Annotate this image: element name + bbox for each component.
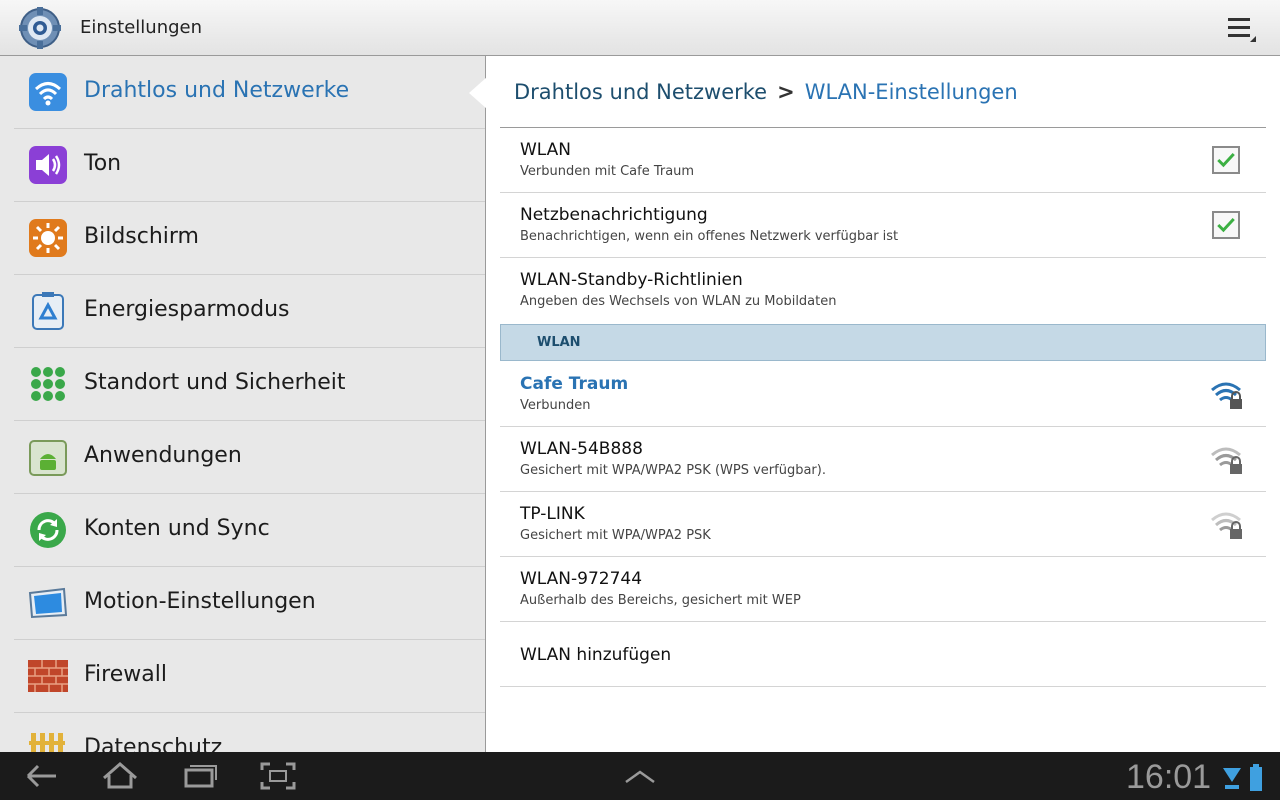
wifi-signal-icon (1223, 768, 1241, 789)
sidebar-item-label: Drahtlos und Netzwerke (84, 78, 350, 103)
app-title: Einstellungen (80, 17, 203, 38)
setting-title: WLAN (520, 140, 572, 160)
wlan-standby-policy-row[interactable]: WLAN-Standby-Richtlinien Angeben des Wec… (500, 258, 1266, 323)
network-item-tp-link[interactable]: TP-LINK Gesichert mit WPA/WPA2 PSK (500, 492, 1266, 557)
network-ssid: WLAN-54B888 (520, 439, 643, 459)
network-status: Verbunden (520, 398, 591, 413)
sidebar-item-label: Datenschutz (84, 735, 223, 752)
android-icon (29, 440, 67, 476)
sidebar-item-label: Bildschirm (84, 224, 199, 249)
network-ssid: WLAN-972744 (520, 569, 643, 589)
brick-wall-icon (28, 660, 68, 692)
screenshot-icon[interactable] (258, 760, 298, 792)
network-item-cafe-traum[interactable]: Cafe Traum Verbunden (500, 362, 1266, 427)
wlan-settings-pane: Drahtlos und Netzwerke > WLAN-Einstellunge… (486, 56, 1280, 752)
overflow-menu-icon[interactable] (1224, 14, 1260, 44)
action-bar: Einstellungen (0, 0, 1280, 56)
sync-icon (30, 512, 66, 548)
network-notification-row[interactable]: Netzbenachrichtigung Benachrichtigen, we… (500, 193, 1266, 258)
setting-subtitle: Angeben des Wechsels von WLAN zu Mobilda… (520, 294, 837, 309)
wifi-lock-icon (1211, 382, 1242, 409)
network-ssid: TP-LINK (520, 504, 585, 524)
motion-icon (28, 587, 68, 619)
sidebar-item-label: Firewall (84, 662, 167, 687)
sidebar-item-power-saving[interactable]: Energiesparmodus (14, 275, 486, 348)
clock: 16:01 (1126, 758, 1212, 796)
network-notification-checkbox[interactable] (1212, 211, 1240, 239)
wlan-checkbox[interactable] (1212, 146, 1240, 174)
sidebar-item-display[interactable]: Bildschirm (14, 202, 486, 275)
system-bar: 16:01 (0, 752, 1280, 800)
breadcrumb-parent[interactable]: Drahtlos und Netzwerke (514, 80, 767, 104)
sidebar-item-accounts-sync[interactable]: Konten und Sync (14, 494, 486, 567)
sidebar-item-label: Motion-Einstellungen (84, 589, 316, 614)
wifi-icon (29, 73, 67, 111)
battery-icon (1250, 764, 1262, 791)
back-icon[interactable] (22, 760, 62, 792)
setting-subtitle: Benachrichtigen, wenn ein offenes Netzwe… (520, 229, 899, 244)
network-status: Gesichert mit WPA/WPA2 PSK (WPS verfügba… (520, 463, 826, 478)
speaker-icon (29, 146, 67, 184)
sidebar-item-label: Energiesparmodus (84, 297, 290, 322)
sidebar-item-privacy[interactable]: Datenschutz (14, 713, 486, 752)
network-status: Außerhalb des Bereichs, gesichert mit WE… (520, 593, 801, 608)
setting-title: Netzbenachrichtigung (520, 205, 708, 225)
networks-section-header: WLAN (500, 324, 1266, 361)
recycle-icon (32, 292, 64, 330)
setting-title: WLAN-Standby-Richtlinien (520, 270, 743, 290)
breadcrumb: Drahtlos und Netzwerke > WLAN-Einstellunge… (514, 80, 1018, 104)
add-network-label: WLAN hinzufügen (520, 645, 672, 665)
fence-icon (29, 733, 65, 752)
network-item-wlan-54b888[interactable]: WLAN-54B888 Gesichert mit WPA/WPA2 PSK (… (500, 427, 1266, 492)
sidebar-item-applications[interactable]: Anwendungen (14, 421, 486, 494)
breadcrumb-separator: > (777, 80, 795, 104)
recent-apps-icon[interactable] (180, 760, 220, 792)
sidebar-item-location-security[interactable]: Standort und Sicherheit (14, 348, 486, 421)
breadcrumb-current: WLAN-Einstellungen (804, 80, 1018, 104)
network-item-wlan-972744[interactable]: WLAN-972744 Außerhalb des Bereichs, gesi… (500, 557, 1266, 622)
sidebar-item-motion-settings[interactable]: Motion-Einstellungen (14, 567, 486, 640)
sidebar-item-sound[interactable]: Ton (14, 129, 486, 202)
sidebar-item-label: Ton (84, 151, 122, 176)
section-header-label: WLAN (537, 335, 581, 350)
sidebar-item-label: Konten und Sync (84, 516, 270, 541)
settings-categories: Drahtlos und Netzwerke Ton Bildschirm En… (0, 56, 486, 752)
wifi-lock-icon (1211, 512, 1242, 539)
sidebar-item-label: Anwendungen (84, 443, 242, 468)
settings-gear-icon[interactable] (18, 6, 62, 50)
wifi-lock-icon (1211, 447, 1242, 474)
sidebar-item-firewall[interactable]: Firewall (14, 640, 486, 713)
network-ssid: Cafe Traum (520, 374, 629, 394)
brightness-icon (29, 219, 67, 257)
network-status: Gesichert mit WPA/WPA2 PSK (520, 528, 711, 543)
chevron-up-icon[interactable] (620, 760, 660, 792)
location-grid-icon (31, 367, 65, 401)
wlan-toggle-row[interactable]: WLAN Verbunden mit Cafe Traum (500, 128, 1266, 193)
sidebar-item-label: Standort und Sicherheit (84, 370, 346, 395)
add-network-row[interactable]: WLAN hinzufügen (500, 622, 1266, 687)
sidebar-item-wireless-networks[interactable]: Drahtlos und Netzwerke (14, 56, 486, 129)
setting-subtitle: Verbunden mit Cafe Traum (520, 164, 695, 179)
selection-pointer (469, 77, 487, 109)
home-icon[interactable] (100, 760, 140, 792)
